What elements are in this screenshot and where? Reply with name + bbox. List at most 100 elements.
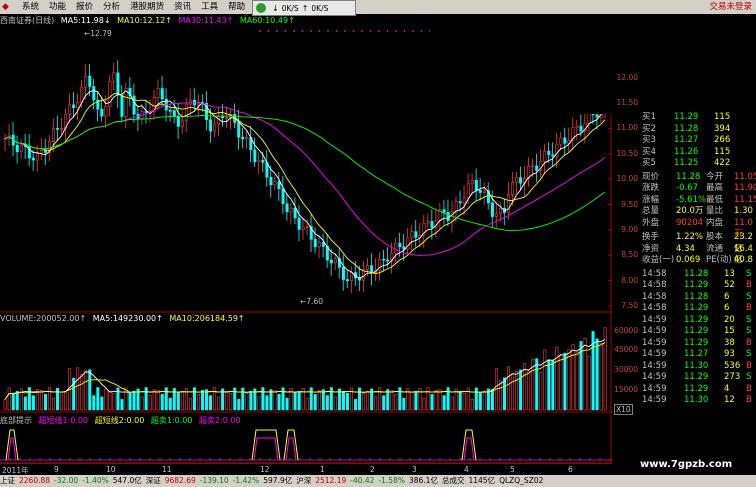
- bid-level-row[interactable]: 买4 11.26 115: [640, 147, 756, 159]
- bid-level-volume: 394: [714, 123, 731, 134]
- candle-body: [321, 242, 325, 247]
- candle-body: [168, 109, 172, 112]
- volume-bar: [180, 391, 184, 411]
- tick-price: 11.30: [684, 360, 709, 371]
- volume-bar: [245, 392, 249, 411]
- sz-name[interactable]: 深证: [146, 475, 161, 487]
- quote-stat-row[interactable]: 外盘 90204 内盘 11.0万: [640, 217, 756, 240]
- bid-level-row[interactable]: 买3 11.27 266: [640, 135, 756, 147]
- date-axis-label: 3: [412, 465, 417, 474]
- candle-body: [551, 154, 555, 157]
- stat-value: -5.61%: [676, 194, 707, 205]
- quote-stat-row[interactable]: 涨跌 -0.67 最高 11.90: [640, 183, 756, 195]
- candle-body: [301, 226, 305, 230]
- volume-bar: [523, 363, 527, 411]
- tick-row[interactable]: 14:59 11.29 38 B: [640, 338, 756, 350]
- menu-item-function[interactable]: 功能: [44, 0, 71, 14]
- volume-bar: [543, 349, 547, 411]
- quote-stat-row[interactable]: 涨幅 -5.61% 最低 11.15: [640, 195, 756, 207]
- price-axis-label: 9.00: [621, 224, 638, 234]
- trade-login-status[interactable]: 交易未登录: [709, 0, 752, 14]
- bid-level-row[interactable]: 买1 11.29 115: [640, 112, 756, 124]
- candle-body: [511, 182, 515, 196]
- volume-bar: [563, 352, 567, 411]
- tick-row[interactable]: 14:58 11.29 52 B: [640, 280, 756, 292]
- sh-name[interactable]: 上证: [0, 475, 15, 487]
- price-axis-label: 9.50: [621, 199, 638, 209]
- tick-row[interactable]: 14:58 11.28 13 S: [640, 269, 756, 281]
- date-axis-label: 9: [54, 465, 59, 474]
- tick-price: 11.29: [684, 337, 709, 348]
- candle-body: [15, 144, 19, 153]
- indicator-chart[interactable]: [0, 416, 612, 464]
- menu-item-hk-futures[interactable]: 港股期货: [125, 0, 169, 14]
- date-axis-label: 12: [260, 465, 270, 474]
- volume-bar: [176, 391, 180, 411]
- menu-item-help[interactable]: 帮助: [223, 0, 250, 14]
- tick-row[interactable]: 14:59 11.30 12 B: [640, 395, 756, 407]
- tick-row[interactable]: 14:58 11.29 6 B: [640, 303, 756, 315]
- volume-bar: [599, 343, 603, 411]
- volume-chart[interactable]: [0, 314, 612, 414]
- volume-bar: [52, 397, 56, 411]
- fund-stat-row[interactable]: 净资 4.34 流通 16.4亿: [640, 243, 756, 266]
- tick-row[interactable]: 14:59 11.29 4 B: [640, 384, 756, 396]
- tick-row[interactable]: 14:59 11.29 20 S: [640, 315, 756, 327]
- candle-body: [88, 75, 92, 87]
- volume-bar: [450, 396, 454, 411]
- download-rate: 0K/S: [281, 3, 299, 13]
- menu-item-news[interactable]: 资讯: [169, 0, 196, 14]
- candle-body: [43, 150, 47, 153]
- signal-dot: [395, 30, 397, 32]
- quote-stat-row[interactable]: 总量 20.0万 量比 1.30: [640, 206, 756, 218]
- candlestick-chart[interactable]: ←12.79 ←7.60: [0, 14, 612, 314]
- menu-item-analysis[interactable]: 分析: [98, 0, 125, 14]
- signal-dot: [386, 30, 389, 32]
- indicator-signal: [461, 429, 477, 461]
- fund-stat-row[interactable]: 换手 1.22% 股本 23.2亿: [640, 232, 756, 254]
- volume-bar: [410, 391, 414, 411]
- tick-price: 11.29: [684, 372, 709, 382]
- ma60-line: [4, 115, 606, 231]
- stat-label-2: 内盘: [706, 217, 724, 228]
- hs-name[interactable]: 沪深: [296, 475, 311, 487]
- volume-bar: [265, 395, 269, 411]
- candle-body: [116, 72, 120, 96]
- indicator-signal: [283, 429, 299, 461]
- candle-body: [188, 99, 192, 105]
- volume-bar: [277, 394, 281, 411]
- sz-amount: 597.9亿: [263, 476, 293, 485]
- price-axis-label: 8.50: [621, 250, 638, 260]
- signal-dot: [420, 30, 423, 32]
- menu-item-tools[interactable]: 工具: [196, 0, 223, 14]
- volume-bar: [515, 371, 519, 411]
- fund-stat-row[interactable]: 收益(一) 0.069 PE(动) 40.8: [640, 255, 756, 267]
- bid-level-price: 11.26: [674, 146, 699, 157]
- menu-item-quote[interactable]: 报价: [71, 0, 98, 14]
- candle-body: [458, 201, 462, 204]
- tick-row[interactable]: 14:59 11.30 536 B: [640, 361, 756, 373]
- tick-row[interactable]: 14:59 11.29 273 S: [640, 372, 756, 384]
- sh-change: -32.00: [54, 476, 79, 485]
- volume-bar: [358, 387, 362, 411]
- tick-side: B: [746, 395, 752, 405]
- volume-bar: [249, 390, 253, 411]
- quote-stat-row[interactable]: 现价 11.28 今开 11.05: [640, 172, 756, 184]
- candle-body: [482, 190, 486, 193]
- bid-level-row[interactable]: 买2 11.28 394: [640, 124, 756, 136]
- ma10-line: [4, 92, 606, 275]
- candle-body: [317, 242, 321, 248]
- tick-side: S: [746, 349, 752, 359]
- bid-level-row[interactable]: 买5 11.25 422: [640, 158, 756, 170]
- candle-body: [394, 242, 398, 254]
- candle-body: [410, 231, 414, 239]
- fund-label: 净资: [642, 243, 660, 254]
- tick-row[interactable]: 14:59 11.27 93 S: [640, 349, 756, 361]
- candle-body: [31, 157, 35, 161]
- tick-row[interactable]: 14:59 11.29 15 S: [640, 326, 756, 338]
- volume-bar: [60, 391, 64, 411]
- tick-volume: 273: [724, 372, 741, 382]
- tick-row[interactable]: 14:58 11.28 6 S: [640, 292, 756, 304]
- sh-amount: 547.0亿: [112, 476, 142, 485]
- menu-item-system[interactable]: 系统: [17, 0, 44, 14]
